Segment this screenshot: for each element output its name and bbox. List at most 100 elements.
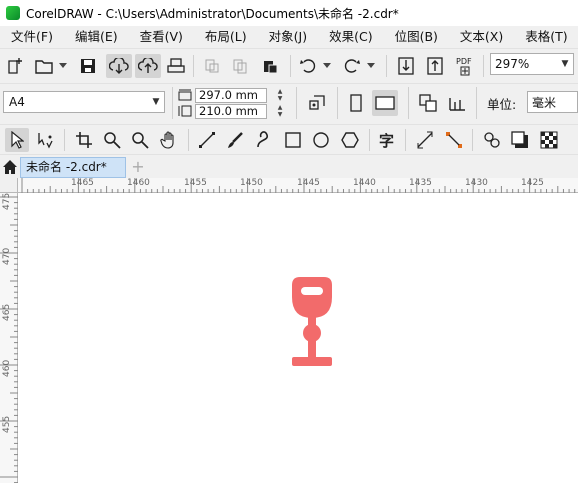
open-dropdown-icon[interactable]	[58, 59, 68, 73]
import-icon[interactable]	[396, 56, 416, 76]
menu-bitmaps[interactable]: 位图(B)	[384, 26, 449, 48]
toolbar-divider	[172, 87, 173, 119]
units-select[interactable]: 毫米	[527, 91, 578, 113]
crop-tool-icon[interactable]	[72, 128, 96, 152]
menu-edit[interactable]: 编辑(E)	[64, 26, 129, 48]
menu-effects[interactable]: 效果(C)	[318, 26, 383, 48]
all-pages-icon[interactable]	[417, 92, 439, 114]
menu-text[interactable]: 文本(X)	[449, 26, 514, 48]
coreldraw-logo-icon	[6, 6, 20, 20]
toolbar-divider	[472, 129, 473, 151]
bezier-tool-icon[interactable]	[252, 128, 276, 152]
undo-dropdown-icon[interactable]	[322, 59, 332, 73]
portrait-orientation-icon[interactable]	[346, 92, 366, 114]
drop-shadow-icon[interactable]	[508, 128, 532, 152]
blend-tool-icon[interactable]	[480, 128, 504, 152]
home-icon[interactable]	[2, 159, 18, 175]
ruler-label: 465	[2, 303, 12, 321]
ruler-label: 1435	[409, 178, 432, 188]
wine-glass-shape[interactable]	[287, 277, 337, 367]
toolbar-divider	[193, 55, 194, 77]
polygon-tool-icon[interactable]	[338, 128, 362, 152]
svg-text:字: 字	[379, 132, 394, 149]
transparency-tool-icon[interactable]	[537, 128, 561, 152]
document-tab-bar: 未命名 -2.cdr* +	[0, 154, 578, 179]
ruler-label: 1445	[297, 178, 320, 188]
menu-view[interactable]: 查看(V)	[129, 26, 194, 48]
horizontal-ruler[interactable]: 1465 1460 1455 1450 1445 1440 1435 1430 …	[18, 178, 578, 193]
svg-text:PDF: PDF	[456, 57, 472, 66]
zoom-tool-icon[interactable]	[100, 128, 124, 152]
menu-file[interactable]: 文件(F)	[0, 26, 64, 48]
toolbar-divider	[408, 87, 409, 119]
copy-icon[interactable]	[230, 56, 250, 76]
menu-table[interactable]: 表格(T)	[514, 26, 578, 48]
publish-pdf-icon[interactable]: PDF	[454, 54, 476, 78]
ellipse-tool-icon[interactable]	[309, 128, 333, 152]
zoom-value: 297%	[495, 57, 530, 71]
redo-dropdown-icon[interactable]	[366, 59, 376, 73]
vertical-ruler[interactable]: 475 470 465 460 455	[0, 193, 18, 483]
ruler-label: 1440	[353, 178, 376, 188]
ruler-label: 460	[2, 359, 12, 377]
window-title: CorelDRAW - C:\Users\Administrator\Docum…	[26, 6, 399, 21]
zoom-level-select[interactable]: 297% ▼	[490, 53, 574, 75]
add-tab-button[interactable]: +	[128, 158, 148, 177]
ruler-label: 470	[2, 247, 12, 265]
menu-layout[interactable]: 布局(L)	[194, 26, 258, 48]
pan-hand-icon[interactable]	[157, 128, 181, 152]
ruler-label: 455	[2, 415, 12, 433]
landscape-orientation-icon[interactable]	[372, 90, 398, 116]
menu-object[interactable]: 对象(J)	[258, 26, 318, 48]
rectangle-tool-icon[interactable]	[281, 128, 305, 152]
toolbar-divider	[386, 55, 387, 77]
vertical-ruler-ticks	[0, 196, 18, 483]
pick-tool-icon[interactable]	[5, 128, 29, 152]
chevron-down-icon: ▼	[152, 97, 160, 107]
new-document-icon[interactable]	[6, 56, 26, 76]
tab-document[interactable]: 未命名 -2.cdr*	[20, 157, 126, 178]
ruler-label: 1455	[184, 178, 207, 188]
menu-bar: 文件(F) 编辑(E) 查看(V) 布局(L) 对象(J) 效果(C) 位图(B…	[0, 26, 578, 48]
toolbar-divider	[369, 129, 370, 151]
ruler-label: 1425	[521, 178, 544, 188]
search-icon[interactable]	[128, 128, 152, 152]
page-width-icon	[178, 89, 192, 101]
toolbar-divider	[188, 129, 189, 151]
page-width-input[interactable]: 297.0 mm	[195, 87, 267, 103]
cloud-upload-icon[interactable]	[135, 54, 161, 78]
export-icon[interactable]	[425, 56, 445, 76]
toolbar-divider	[483, 55, 484, 77]
units-label: 单位:	[487, 97, 517, 112]
save-icon[interactable]	[78, 56, 98, 76]
undo-icon[interactable]	[298, 56, 318, 76]
redo-icon[interactable]	[342, 56, 362, 76]
current-page-icon[interactable]	[446, 92, 468, 114]
page-layout-icon[interactable]	[306, 92, 328, 114]
ruler-label: 475	[2, 192, 12, 210]
cut-icon[interactable]	[202, 56, 222, 76]
open-folder-icon[interactable]	[34, 56, 56, 76]
toolbar-divider	[337, 87, 338, 119]
shape-tool-icon[interactable]	[34, 128, 58, 152]
print-icon[interactable]	[166, 56, 186, 76]
connector-tool-icon[interactable]	[442, 128, 466, 152]
freehand-tool-icon[interactable]	[195, 128, 219, 152]
page-width-spinner[interactable]: ▲ ▼	[269, 88, 291, 103]
text-tool-icon[interactable]: 字	[375, 128, 399, 152]
page-size-select[interactable]: A4 ▼	[3, 91, 165, 113]
artistic-media-icon[interactable]	[223, 128, 247, 152]
page-height-spinner[interactable]: ▲ ▼	[269, 104, 291, 119]
parallel-dimension-icon[interactable]	[413, 128, 437, 152]
ruler-label: 1465	[71, 178, 94, 188]
ruler-label: 1430	[465, 178, 488, 188]
page-height-input[interactable]: 210.0 mm	[195, 103, 267, 119]
toolbar-divider	[296, 87, 297, 119]
ruler-origin[interactable]	[0, 178, 18, 193]
cloud-download-icon[interactable]	[106, 54, 132, 78]
toolbar-divider	[405, 129, 406, 151]
ruler-label: 1460	[127, 178, 150, 188]
toolbar-divider	[64, 129, 65, 151]
paste-icon[interactable]	[260, 56, 280, 76]
toolbar-divider	[476, 87, 477, 119]
